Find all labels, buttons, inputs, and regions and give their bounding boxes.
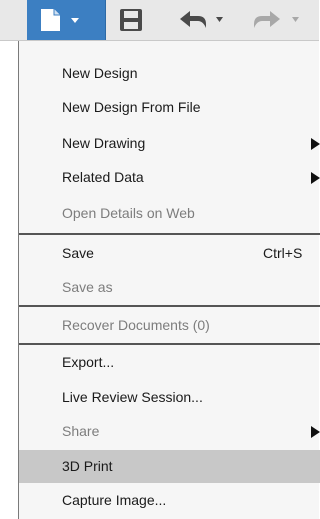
shortcut-label: Ctrl+S [263,245,303,261]
file-dropdown-menu: New Design New Design From File New Draw… [18,41,320,519]
file-menu-button[interactable] [27,0,106,40]
menu-item-label: New Drawing [62,135,146,151]
submenu-arrow-icon [311,138,320,150]
menu-item-capture-image[interactable]: Capture Image... [19,484,320,517]
undo-icon [180,11,223,28]
save-icon [120,9,142,31]
redo-toolbar-button[interactable] [246,0,310,40]
menu-item-share: Share [19,415,320,448]
menu-item-new-design[interactable]: New Design [19,57,320,90]
menu-item-export[interactable]: Export... [19,346,320,379]
menu-item-new-drawing[interactable]: New Drawing [19,127,320,160]
menu-item-recover-documents: Recover Documents (0) [19,309,320,342]
redo-icon [254,11,299,28]
menu-item-label: Live Review Session... [62,389,203,405]
submenu-arrow-icon [311,426,320,438]
menu-item-label: Export... [62,354,115,370]
menu-item-open-details-on-web: Open Details on Web [19,197,320,230]
file-icon [41,9,79,31]
menu-item-label: Related Data [62,169,144,185]
menu-item-label: Save as [62,279,113,295]
menu-item-label: Recover Documents (0) [62,317,210,333]
menu-item-label: Open Details on Web [62,205,195,221]
menu-item-label: New Design [62,65,138,81]
menu-item-new-design-from-file[interactable]: New Design From File [19,91,320,124]
menu-item-label: 3D Print [62,458,113,474]
menu-item-save[interactable]: Save Ctrl+S [19,237,320,270]
menu-separator [19,343,320,345]
submenu-arrow-icon [311,172,320,184]
menu-separator [19,305,320,307]
menu-item-save-as: Save as [19,271,320,304]
menu-item-label: Capture Image... [62,492,167,508]
app-window: New Design New Design From File New Draw… [0,0,320,519]
menu-item-3d-print[interactable]: 3D Print [19,450,320,483]
menu-separator [19,233,320,235]
menu-item-label: Share [62,423,100,439]
quick-access-toolbar [0,0,319,41]
save-toolbar-button[interactable] [110,0,154,40]
menu-item-related-data[interactable]: Related Data [19,161,320,194]
menu-item-label: New Design From File [62,99,201,115]
menu-item-label: Save [62,245,94,261]
undo-toolbar-button[interactable] [176,0,240,40]
menu-item-live-review-session[interactable]: Live Review Session... [19,381,320,414]
